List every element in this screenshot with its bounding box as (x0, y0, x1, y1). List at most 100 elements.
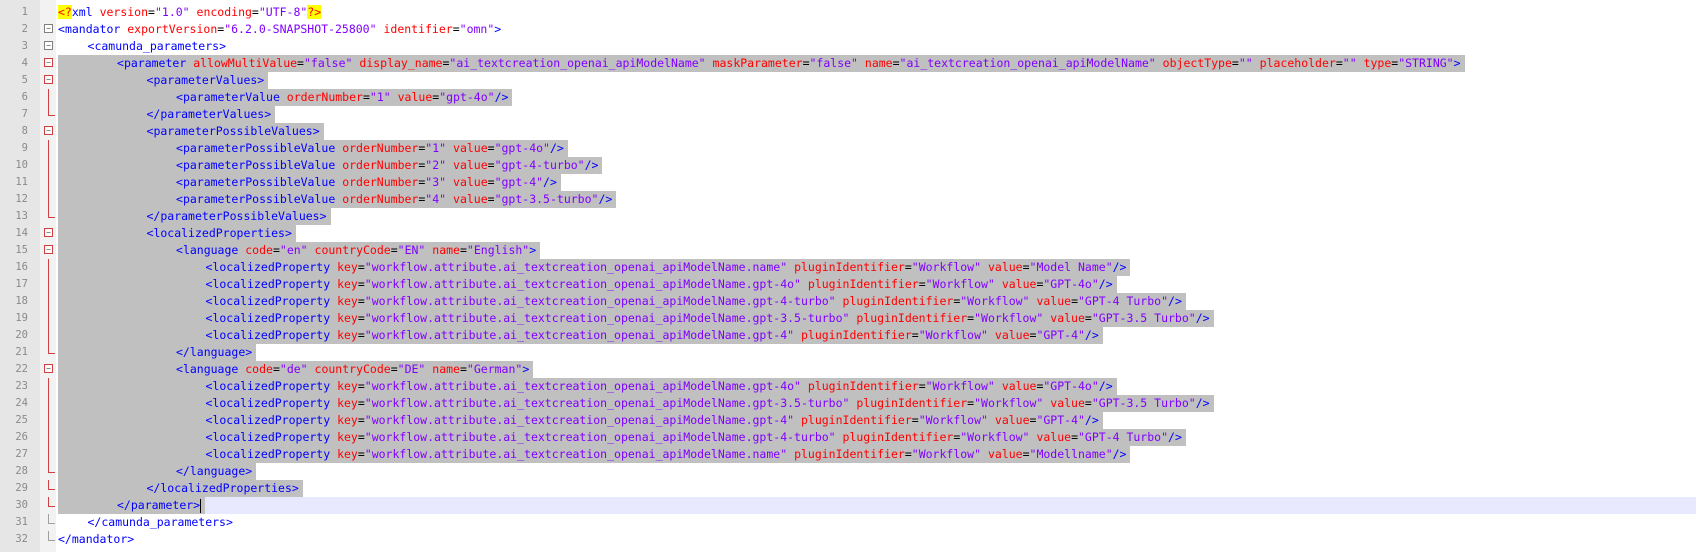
code-line[interactable]: 18 <localizedProperty key="workflow.attri… (0, 293, 1696, 310)
code-line-content[interactable]: <localizedProperty key="workflow.attribu… (58, 412, 1696, 429)
fold-toggle-icon[interactable]: − (44, 245, 53, 254)
code-line[interactable]: 24 <localizedProperty key="workflow.attri… (0, 395, 1696, 412)
code-line-content[interactable]: </parameterPossibleValues> (58, 208, 1696, 225)
code-line[interactable]: 4− <parameter allowMultiValue="false" dis… (0, 55, 1696, 72)
token-val: "English" (466, 243, 530, 257)
code-line-content[interactable]: </mandator> (58, 531, 1696, 548)
code-line[interactable]: 15 − <language code="en" countryCode="EN" … (0, 242, 1696, 259)
code-line-content[interactable]: <localizedProperty key="workflow.attribu… (58, 310, 1696, 327)
code-line[interactable]: 19 <localizedProperty key="workflow.attri… (0, 310, 1696, 327)
code-line[interactable]: 25 <localizedProperty key="workflow.attri… (0, 412, 1696, 429)
token-br: < (117, 56, 124, 70)
code-line-content[interactable]: <parameterValues> (58, 72, 1696, 89)
code-line-content[interactable]: <parameterPossibleValues> (58, 123, 1696, 140)
code-line-content[interactable]: <language code="en" countryCode="EN" nam… (58, 242, 1696, 259)
code-line-content[interactable]: <localizedProperty key="workflow.attribu… (58, 293, 1696, 310)
token-pibr: <? (58, 5, 72, 19)
code-line[interactable]: 31 </camunda_parameters> (0, 514, 1696, 531)
line-number: 23 (15, 380, 28, 392)
line-number: 5 (21, 74, 28, 86)
code-line[interactable]: 13 </parameterPossibleValues> (0, 208, 1696, 225)
line-number: 29 (15, 482, 28, 494)
code-line[interactable]: 27 <localizedProperty key="workflow.attri… (0, 446, 1696, 463)
token-attr: pluginIdentifier (807, 379, 919, 393)
code-line[interactable]: 11 <parameterPossibleValue orderNumber = "3… (0, 174, 1696, 191)
code-line[interactable]: 30 </parameter> (0, 497, 1696, 514)
code-line-content[interactable]: <localizedProperty key="workflow.attribu… (58, 259, 1696, 276)
code-line-content[interactable]: <parameterPossibleValue orderNumber="3" … (58, 174, 1696, 191)
code-line[interactable]: 10 <parameterPossibleValue orderNumber = "2… (0, 157, 1696, 174)
line-number: 26 (15, 431, 28, 443)
code-line-content[interactable]: </parameterValues> (58, 106, 1696, 123)
fold-toggle-icon[interactable]: − (44, 41, 53, 50)
code-line-content[interactable]: <localizedProperties> (58, 225, 1696, 242)
fold-toggle-icon[interactable]: − (44, 24, 53, 33)
code-line-content[interactable]: <parameter allowMultiValue="false" displ… (58, 55, 1696, 72)
code-line[interactable]: 5 − <parameterValues> (0, 72, 1696, 89)
code-text: <parameterValue orderNumber="1" value="g… (176, 89, 513, 106)
code-line-content[interactable]: <parameterValue orderNumber="1" value="g… (58, 89, 1696, 106)
code-line[interactable]: 12 <parameterPossibleValue orderNumber = "4… (0, 191, 1696, 208)
code-line[interactable]: 14 − <localizedProperties> (0, 225, 1696, 242)
code-line-content[interactable]: <mandator exportVersion = "6.2.0-SNAPSHOT-… (58, 21, 1696, 38)
token-br: </ (146, 209, 161, 223)
code-line[interactable]: 7 </parameterValues> (0, 106, 1696, 123)
code-line-content[interactable]: <camunda_parameters> (58, 38, 1696, 55)
token-val: "workflow.attribute.ai_textcreation_open… (364, 379, 801, 393)
code-line-content[interactable]: </language> (58, 463, 1696, 480)
token-attr: maskParameter (712, 56, 803, 70)
token-tag: parameterPossibleValues (160, 209, 320, 223)
token-attr: pluginIdentifier (856, 311, 968, 325)
code-line-content[interactable]: </language> (58, 344, 1696, 361)
code-line[interactable]: 22 − <language code="de" countryCode="DE" … (0, 361, 1696, 378)
xml-editor[interactable]: 1 <?xml version="1.0" encoding="UTF-8"?> 2… (0, 0, 1696, 552)
code-line[interactable]: 1 <?xml version="1.0" encoding="UTF-8"?> (0, 4, 1696, 21)
code-line[interactable]: 32 </mandator> (0, 531, 1696, 548)
token-tag: localizedProperty (212, 277, 338, 291)
code-line[interactable]: 28 </language> (0, 463, 1696, 480)
code-line[interactable]: 9 <parameterPossibleValue orderNumber = "1"… (0, 140, 1696, 157)
code-line-content[interactable]: <language code="de" countryCode="DE" nam… (58, 361, 1696, 378)
token-eq: = (357, 260, 365, 274)
code-line[interactable]: 21 </language> (0, 344, 1696, 361)
token-tag: parameterPossibleValue (182, 141, 343, 155)
code-line-content[interactable]: <localizedProperty key="workflow.attribu… (58, 395, 1696, 412)
code-line[interactable]: 8 − <parameterPossibleValues> (0, 123, 1696, 140)
code-line-content[interactable]: <localizedProperty key="workflow.attribu… (58, 276, 1696, 293)
code-line[interactable]: 17 <localizedProperty key="workflow.attri… (0, 276, 1696, 293)
code-line[interactable]: 3 − <camunda_parameters> (0, 38, 1696, 55)
fold-toggle-icon[interactable]: − (44, 126, 53, 135)
code-line-content[interactable]: <localizedProperty key="workflow.attribu… (58, 327, 1696, 344)
code-line[interactable]: 2 − <mandator exportVersion = "6.2.0-SNAPSHO… (0, 21, 1696, 38)
code-lines[interactable]: 1 <?xml version="1.0" encoding="UTF-8"?> 2… (0, 4, 1696, 548)
code-line-content[interactable]: </camunda_parameters> (58, 514, 1696, 531)
code-line[interactable]: 26 <localizedProperty key="workflow.attri… (0, 429, 1696, 446)
code-line-content[interactable]: <?xml version="1.0" encoding="UTF-8"?> (58, 4, 1696, 21)
code-line[interactable]: 20 <localizedProperty key="workflow.attri… (0, 327, 1696, 344)
code-line-content[interactable]: <parameterPossibleValue orderNumber="4" … (58, 191, 1696, 208)
token-tag: camunda_parameters (101, 515, 226, 529)
code-line[interactable]: 16 <localizedProperty key="workflow.attri… (0, 259, 1696, 276)
token-attr: orderNumber (342, 175, 419, 189)
token-tag: parameterPossibleValue (182, 192, 343, 206)
fold-toggle-icon[interactable]: − (44, 75, 53, 84)
fold-end-marker (48, 480, 55, 490)
token-val: "Workflow" (925, 277, 995, 291)
code-line-content[interactable]: <localizedProperty key="workflow.attribu… (58, 446, 1696, 463)
code-line-content[interactable]: <localizedProperty key="workflow.attribu… (58, 429, 1696, 446)
code-line-content[interactable]: </localizedProperties> (58, 480, 1696, 497)
token-attr: pluginIdentifier (800, 328, 912, 342)
code-line-content[interactable]: <parameterPossibleValue orderNumber="1" … (58, 140, 1696, 157)
code-line[interactable]: 6 <parameterValue orderNumber="1" value="… (0, 89, 1696, 106)
code-line[interactable]: 29 </localizedProperties> (0, 480, 1696, 497)
code-line[interactable]: 23 <localizedProperty key="workflow.attri… (0, 378, 1696, 395)
token-eq: = (1022, 260, 1030, 274)
fold-toggle-icon[interactable]: − (44, 228, 53, 237)
code-line-content[interactable]: <parameterPossibleValue orderNumber="2" … (58, 157, 1696, 174)
code-line-content[interactable]: </parameter> (58, 497, 1696, 514)
fold-toggle-icon[interactable]: − (44, 364, 53, 373)
fold-toggle-icon[interactable]: − (44, 58, 53, 67)
code-line-content[interactable]: <localizedProperty key="workflow.attribu… (58, 378, 1696, 395)
